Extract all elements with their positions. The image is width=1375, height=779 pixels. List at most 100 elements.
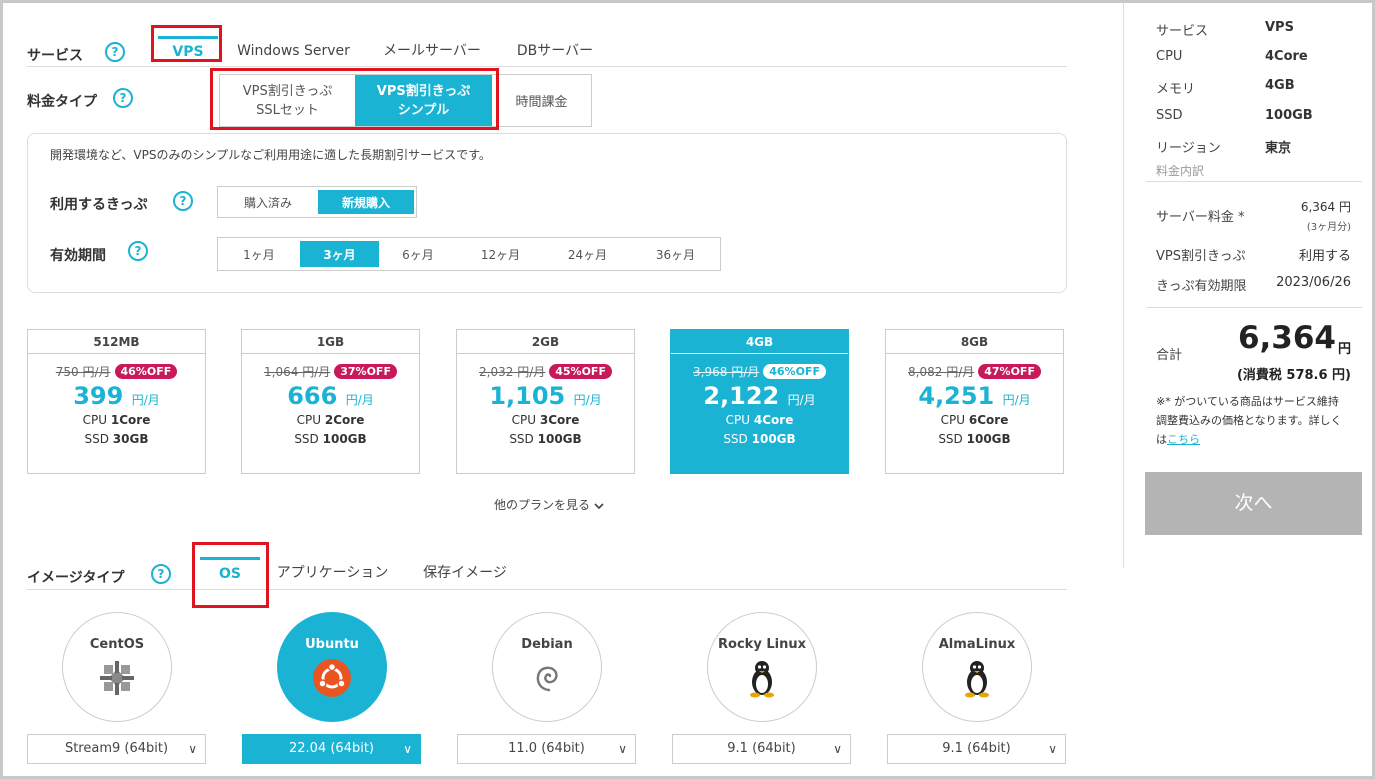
os-name: CentOS [89, 637, 145, 652]
plan-card-8gb[interactable]: 8GB 8,082 円/月 47%OFF 4,251 円/月 CPU 6Core S… [885, 329, 1064, 474]
os-almalinux[interactable]: AlmaLinux [922, 612, 1032, 722]
period-1m[interactable]: 1ヶ月 [218, 238, 300, 270]
tab-saved-image[interactable]: 保存イメージ [410, 557, 520, 589]
version-select-centos[interactable]: Stream9 (64bit) ∨ [27, 734, 206, 764]
chevron-down-icon: ∨ [833, 742, 842, 756]
ticket-help-icon[interactable]: ? [173, 191, 193, 211]
period-selector: 1ヶ月 3ヶ月 6ヶ月 12ヶ月 24ヶ月 36ヶ月 [217, 237, 721, 271]
ticket-new[interactable]: 新規購入 [318, 190, 414, 214]
service-tabs-divider [27, 66, 1067, 67]
plan-price-unit: 円/月 [345, 393, 374, 407]
tab-vps[interactable]: VPS [158, 36, 218, 66]
plan-cpu: 6Core [968, 413, 1009, 427]
tux-icon [965, 661, 989, 698]
discount-badge: 46%OFF [114, 364, 178, 379]
discount-badge: 37%OFF [334, 364, 397, 379]
plan-price: 1,105 [489, 382, 566, 410]
server-fee-value: 6,364 円 [1300, 200, 1351, 214]
plan-type-help-icon[interactable]: ? [113, 88, 133, 108]
plan-old-price: 2,032 円/月 [479, 365, 546, 379]
ticket-selector: 購入済み 新規購入 [217, 186, 417, 218]
summary-value: 東京 [1265, 141, 1292, 156]
plan-card-1gb[interactable]: 1GB 1,064 円/月 37%OFF 666 円/月 CPU 2Core SSD… [241, 329, 420, 474]
plan-price-unit: 円/月 [1002, 393, 1031, 407]
expiry-value: 2023/06/26 [1276, 275, 1351, 290]
plan-name: 1GB [242, 330, 419, 354]
price-note: ※* がついている商品はサービス維持調整費込みの価格となります。詳しくはこちら [1156, 395, 1342, 446]
image-type-help-icon[interactable]: ? [151, 564, 171, 584]
plan-card-2gb[interactable]: 2GB 2,032 円/月 45%OFF 1,105 円/月 CPU 3Core S… [456, 329, 635, 474]
plan-ssd: 100GB [537, 432, 582, 446]
summary-value: VPS [1265, 20, 1294, 35]
plan-old-price: 3,968 円/月 [693, 365, 760, 379]
next-button[interactable]: 次へ [1145, 472, 1362, 535]
total-value: 6,364 [1237, 320, 1336, 356]
tab-db-server[interactable]: DBサーバー [505, 36, 605, 66]
period-6m[interactable]: 6ヶ月 [379, 238, 457, 270]
os-rocky-linux[interactable]: Rocky Linux [707, 612, 817, 722]
tab-mail-server[interactable]: メールサーバー [372, 36, 492, 66]
plan-type-simple[interactable]: VPS割引きっぷ シンプル [355, 75, 492, 126]
summary-key: リージョン [1156, 141, 1221, 156]
plan-cpu: 2Core [324, 413, 365, 427]
total-label: 合計 [1156, 348, 1183, 363]
plan-price: 4,251 [918, 382, 995, 410]
version-select-debian[interactable]: 11.0 (64bit) ∨ [457, 734, 636, 764]
plan-ssd: 100GB [751, 432, 796, 446]
tab-windows-server[interactable]: Windows Server [226, 36, 361, 66]
breakdown-label: 料金内訳 [1156, 164, 1205, 178]
sidebar-divider [1123, 0, 1124, 568]
summary-key: CPU [1156, 49, 1183, 64]
version-select-alma[interactable]: 9.1 (64bit) ∨ [887, 734, 1066, 764]
plan-card-512mb[interactable]: 512MB 750 円/月 46%OFF 399 円/月 CPU 1Core SSD… [27, 329, 206, 474]
period-36m[interactable]: 36ヶ月 [631, 238, 720, 270]
plan-name: 4GB [671, 330, 848, 354]
tab-os[interactable]: OS [200, 557, 260, 589]
plan-cpu: 3Core [539, 413, 580, 427]
os-centos[interactable]: CentOS [62, 612, 172, 722]
ticket-purchased[interactable]: 購入済み [218, 187, 318, 217]
plan-description: 開発環境など、VPSのみのシンプルなご利用用途に適した長期割引サービスです。 [50, 148, 491, 162]
plan-type-hourly[interactable]: 時間課金 [492, 75, 591, 126]
plan-old-price: 1,064 円/月 [264, 365, 331, 379]
discount-badge: 46%OFF [763, 364, 826, 379]
service-help-icon[interactable]: ? [105, 42, 125, 62]
plan-price-unit: 円/月 [573, 393, 602, 407]
period-24m[interactable]: 24ヶ月 [544, 238, 631, 270]
summary-divider [1146, 307, 1362, 308]
summary-divider [1146, 181, 1362, 182]
version-select-ubuntu[interactable]: 22.04 (64bit) ∨ [242, 734, 421, 764]
details-link[interactable]: こちら [1167, 433, 1200, 446]
tab-application[interactable]: アプリケーション [270, 557, 395, 589]
plan-name: 2GB [457, 330, 634, 354]
version-select-rocky[interactable]: 9.1 (64bit) ∨ [672, 734, 851, 764]
os-ubuntu[interactable]: Ubuntu [277, 612, 387, 722]
more-plans-link[interactable]: 他のプランを見る [494, 496, 604, 513]
plan-price-unit: 円/月 [787, 393, 816, 407]
discount-badge: 45%OFF [549, 364, 612, 379]
expiry-label: きっぷ有効期限 [1156, 279, 1247, 294]
plan-type-selector: VPS割引きっぷ SSLセット VPS割引きっぷ シンプル 時間課金 [219, 74, 592, 127]
tux-icon [750, 661, 774, 698]
os-debian[interactable]: Debian [492, 612, 602, 722]
period-help-icon[interactable]: ? [128, 241, 148, 261]
image-tabs-divider [27, 589, 1067, 590]
plan-name: 8GB [886, 330, 1063, 354]
period-12m[interactable]: 12ヶ月 [457, 238, 544, 270]
service-label: サービス [27, 48, 83, 64]
summary-key: SSD [1156, 108, 1183, 123]
chevron-down-icon: ∨ [403, 742, 412, 756]
ticket-summary-value: 利用する [1298, 249, 1351, 264]
ticket-label: 利用するきっぷ [50, 197, 148, 213]
chevron-down-icon: ∨ [188, 742, 197, 756]
debian-icon [536, 666, 558, 692]
plan-type-ssl-set[interactable]: VPS割引きっぷ SSLセット [220, 75, 355, 126]
discount-badge: 47%OFF [978, 364, 1041, 379]
plan-card-4gb[interactable]: 4GB 3,968 円/月 46%OFF 2,122 円/月 CPU 4Core S… [670, 329, 849, 474]
plan-cpu: 1Core [110, 413, 151, 427]
chevron-down-icon [594, 502, 604, 509]
total-tax: (消費税 578.6 円) [1236, 368, 1351, 383]
period-3m[interactable]: 3ヶ月 [300, 241, 379, 267]
server-fee-label: サーバー料金 * [1156, 210, 1245, 225]
plan-ssd: 100GB [322, 432, 367, 446]
